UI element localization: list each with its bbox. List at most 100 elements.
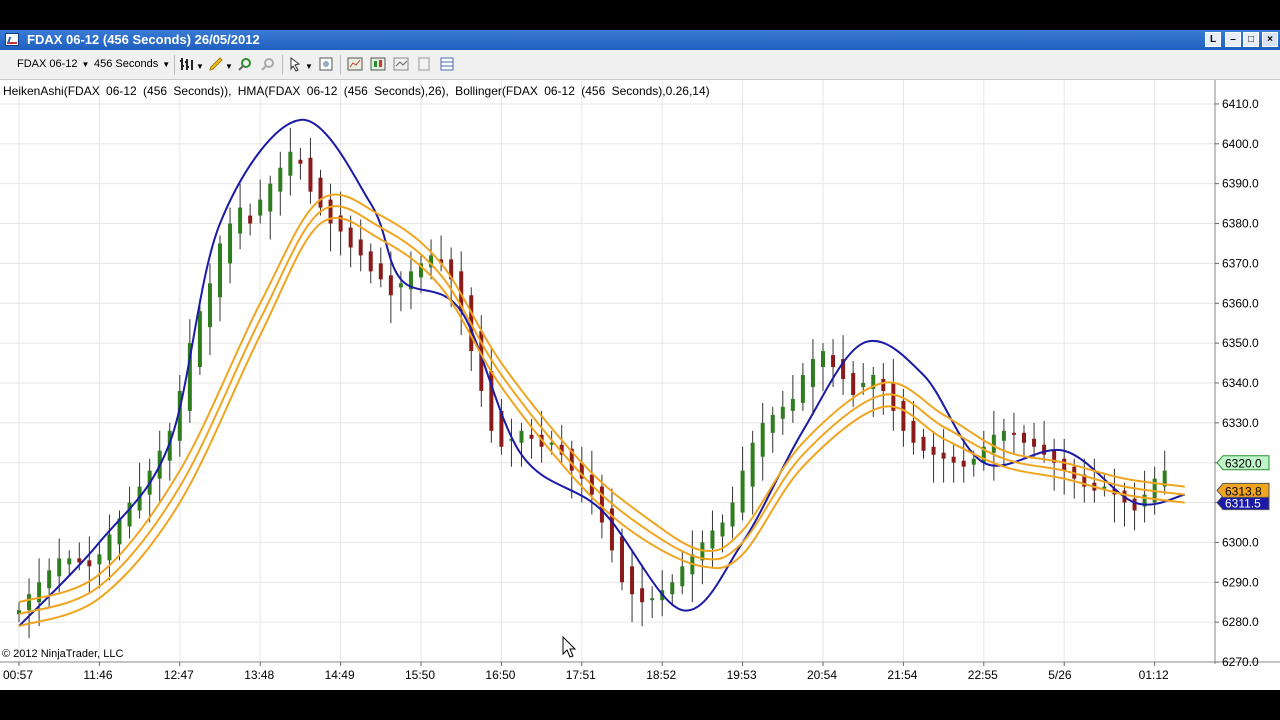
minimize-button[interactable]: –	[1225, 32, 1241, 47]
candle-bullish	[991, 434, 996, 453]
cursor-select-icon[interactable]	[288, 56, 304, 72]
chart-toolbar: FDAX 06-12 ▼ 456 Seconds ▼ ▼ ▼ ▼	[0, 50, 1280, 80]
candle-bullish	[278, 167, 283, 192]
x-tick-label: 15:50	[405, 668, 435, 682]
strategies-icon[interactable]	[370, 56, 386, 72]
x-tick-label: 11:46	[83, 668, 112, 682]
bar-type-icon[interactable]	[179, 56, 195, 72]
candle-bearish	[901, 400, 906, 431]
candle-bullish	[218, 243, 222, 298]
y-tick-label: 6270.0	[1222, 655, 1259, 669]
candle-bullish	[750, 442, 755, 487]
candle-bullish	[37, 582, 42, 603]
x-tick-label: 16:50	[485, 668, 515, 682]
instrument-dropdown[interactable]: FDAX 06-12 ▼	[17, 58, 89, 70]
properties-icon[interactable]	[318, 56, 334, 72]
candle-bearish	[620, 536, 624, 583]
candle-bullish	[790, 398, 795, 411]
candle-bullish	[770, 414, 775, 433]
candle-bearish	[851, 373, 856, 395]
y-tick-label: 6300.0	[1222, 535, 1259, 549]
y-tick-label: 6340.0	[1222, 376, 1259, 390]
candle-bullish	[861, 382, 866, 387]
close-button[interactable]: ×	[1262, 32, 1278, 47]
candle-bearish	[951, 456, 956, 463]
candle-bearish	[1132, 498, 1137, 511]
candle-bullish	[47, 570, 52, 589]
chevron-down-icon[interactable]: ▼	[196, 60, 204, 72]
link-button[interactable]: L	[1205, 32, 1221, 47]
candle-bearish	[77, 558, 82, 563]
candle-bearish	[348, 227, 353, 248]
x-tick-label: 22:55	[968, 668, 998, 682]
candle-bearish	[318, 177, 323, 208]
candle-bearish	[921, 436, 926, 451]
candle-bullish	[97, 554, 102, 565]
window-titlebar[interactable]: FDAX 06-12 (456 Seconds) 26/05/2012 L – …	[0, 30, 1280, 50]
series-hma-line	[18, 118, 1186, 627]
x-tick-label: 21:54	[887, 668, 917, 682]
candle-bullish	[810, 359, 815, 387]
chevron-down-icon[interactable]: ▼	[305, 60, 313, 72]
candle-bearish	[630, 566, 635, 595]
zoom-out-icon[interactable]	[260, 56, 276, 72]
data-box-icon[interactable]	[416, 56, 432, 72]
candle-bearish	[1032, 438, 1037, 447]
candle-bullish	[238, 207, 243, 234]
candle-bullish	[821, 351, 825, 368]
x-tick-label: 14:49	[325, 668, 355, 682]
candle-bearish	[931, 446, 936, 455]
price-marker-label: 6311.5	[1225, 497, 1261, 511]
candle-bearish	[358, 239, 363, 256]
candle-bullish	[398, 283, 403, 288]
candle-bearish	[368, 251, 373, 272]
x-tick-label: 17:51	[566, 668, 596, 682]
x-tick-label: 01:12	[1139, 668, 1169, 682]
candle-bullish	[258, 199, 263, 216]
indicators-icon[interactable]	[347, 56, 363, 72]
candle-bullish	[288, 151, 293, 176]
candle-bullish	[740, 470, 745, 513]
chevron-down-icon[interactable]: ▼	[225, 60, 233, 72]
candle-bullish	[519, 430, 524, 443]
candle-bullish	[107, 534, 112, 561]
candle-bullish	[800, 375, 805, 403]
maximize-button[interactable]: □	[1243, 32, 1259, 47]
chart-app-icon[interactable]	[5, 33, 19, 46]
candle-bullish	[27, 594, 32, 611]
candle-bullish	[720, 522, 725, 537]
candle-bearish	[881, 378, 886, 391]
candle-bearish	[911, 420, 916, 443]
candle-bearish	[529, 434, 534, 439]
x-tick-label: 12:47	[164, 668, 194, 682]
interval-label: 456 Seconds	[94, 58, 159, 70]
candle-bullish	[268, 183, 273, 212]
chart-panel[interactable]: 6410.0 6400.0 6390.0 6380.0 6370.0 6360.0 6350…	[0, 80, 1280, 690]
y-tick-label: 6380.0	[1222, 217, 1259, 231]
candle-bearish	[388, 275, 393, 296]
price-marker-green: 6320.0	[1216, 455, 1270, 471]
candle-bearish	[640, 588, 645, 603]
pencil-draw-icon[interactable]	[208, 56, 224, 72]
candle-bullish	[1001, 430, 1006, 441]
interval-dropdown[interactable]: 456 Seconds ▼	[94, 58, 170, 70]
panels-icon[interactable]	[439, 56, 455, 72]
y-tick-label: 6370.0	[1222, 256, 1259, 270]
candle-bullish	[650, 598, 655, 601]
candle-bearish	[941, 452, 946, 459]
zoom-in-icon[interactable]	[237, 56, 253, 72]
y-tick-label: 6410.0	[1222, 97, 1259, 111]
chart-trader-icon[interactable]	[393, 56, 409, 72]
price-marker-label: 6320.0	[1225, 457, 1262, 471]
candle-bearish	[378, 263, 383, 280]
candle-bullish	[730, 502, 735, 527]
toolbar-divider	[282, 55, 283, 75]
candle-bearish	[1022, 432, 1026, 443]
candle-bullish	[228, 223, 233, 264]
candle-bullish	[67, 558, 72, 565]
mouse-cursor-icon	[562, 635, 577, 658]
candle-bullish	[197, 311, 202, 368]
price-chart[interactable]: 6410.0 6400.0 6390.0 6380.0 6370.0 6360.0 6350…	[0, 80, 1280, 690]
candle-bullish	[680, 566, 685, 587]
instrument-label: FDAX 06-12	[17, 58, 78, 70]
